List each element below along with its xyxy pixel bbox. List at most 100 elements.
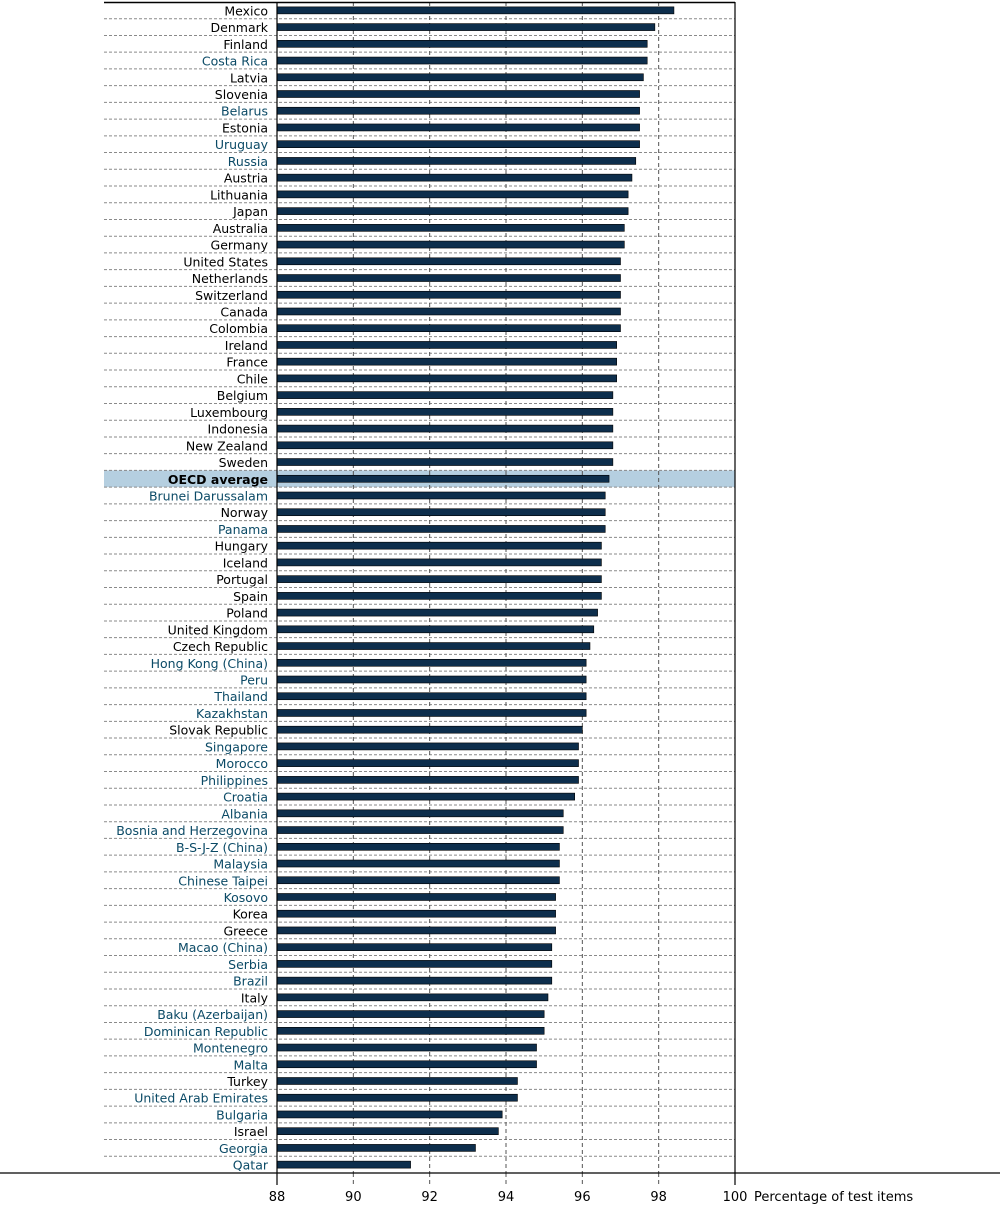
bar	[276, 324, 621, 333]
category-label: Georgia	[219, 1141, 268, 1156]
category-label: Macao (China)	[178, 940, 268, 955]
bar	[276, 742, 579, 751]
category-label: Korea	[233, 907, 268, 922]
x-tick-label: 88	[269, 1190, 286, 1205]
bar	[276, 809, 564, 818]
bar	[276, 893, 556, 901]
bar	[276, 792, 576, 801]
category-label: United Arab Emirates	[134, 1091, 268, 1106]
bar	[276, 675, 587, 684]
bar	[276, 257, 621, 266]
bar	[276, 207, 629, 215]
category-label: Uruguay	[215, 137, 269, 152]
bar	[276, 926, 556, 935]
bar	[276, 592, 602, 600]
bar	[276, 474, 610, 483]
bar	[276, 558, 602, 567]
bar	[276, 1093, 518, 1102]
category-label: Australia	[213, 221, 268, 236]
category-label: Albania	[221, 806, 268, 821]
bar	[276, 1110, 503, 1119]
category-label: Hong Kong (China)	[151, 656, 268, 671]
bar	[276, 6, 675, 15]
category-label: Baku (Azerbaijan)	[157, 1007, 268, 1022]
bar	[276, 842, 560, 851]
category-label: Japan	[232, 204, 268, 219]
bar	[276, 224, 625, 232]
bar	[276, 776, 579, 784]
category-label: Peru	[240, 673, 268, 688]
category-label: Latvia	[230, 70, 268, 85]
bar	[276, 725, 583, 734]
category-label: Denmark	[211, 20, 269, 35]
category-label: Estonia	[222, 120, 268, 135]
bar	[276, 1060, 537, 1069]
row-separators	[104, 18, 735, 1157]
bar	[276, 993, 549, 1002]
bar	[276, 491, 606, 500]
bar	[276, 290, 621, 299]
category-label: Croatia	[223, 790, 268, 805]
category-label: Spain	[233, 589, 268, 604]
category-label: Bosnia and Herzegovina	[116, 823, 268, 838]
category-label: Norway	[221, 505, 269, 520]
bar	[276, 625, 595, 634]
x-tick-label: 100	[723, 1190, 748, 1205]
x-tick-label: 94	[498, 1190, 515, 1205]
bar	[276, 508, 606, 517]
bar	[276, 190, 629, 199]
category-label: New Zealand	[186, 438, 268, 453]
bar	[276, 709, 587, 717]
bar	[276, 658, 587, 667]
bar	[276, 943, 553, 951]
x-tick-label: 96	[574, 1190, 591, 1205]
category-label: Philippines	[201, 773, 268, 788]
bar	[276, 1027, 545, 1035]
bar	[276, 40, 648, 48]
bar	[276, 341, 617, 349]
category-label: Singapore	[205, 739, 268, 754]
bar	[276, 960, 553, 968]
category-label: Mexico	[224, 3, 268, 18]
category-label: Dominican Republic	[144, 1024, 268, 1039]
category-label: Greece	[224, 923, 269, 938]
bar	[276, 424, 614, 433]
bar-chart: Mexico Denmark Finland Costa RicaLatvia Slov…	[0, 1, 1000, 1205]
bar	[276, 357, 617, 366]
category-label: Kosovo	[224, 890, 268, 905]
category-label: Israel	[234, 1124, 268, 1139]
category-label: Austria	[224, 171, 268, 186]
category-label: OECD average	[168, 472, 268, 487]
bar	[276, 240, 625, 249]
category-label: Malta	[234, 1057, 268, 1072]
category-label: Ireland	[225, 338, 268, 353]
category-label: Russia	[228, 154, 268, 169]
category-label: Serbia	[228, 957, 268, 972]
category-label: Netherlands	[192, 271, 268, 286]
bar	[276, 56, 648, 65]
category-label: Morocco	[216, 756, 268, 771]
category-label: Slovak Republic	[169, 723, 268, 738]
category-label: Italy	[241, 990, 269, 1005]
bar	[276, 759, 579, 767]
bar	[276, 106, 640, 115]
bar	[276, 441, 614, 450]
category-label: Brazil	[233, 974, 268, 989]
bar	[276, 458, 614, 466]
category-label: Iceland	[223, 555, 268, 570]
category-label: Chile	[237, 371, 269, 386]
category-label: Turkey	[226, 1074, 268, 1089]
bar	[276, 274, 621, 282]
bar	[276, 608, 598, 617]
bar	[276, 525, 606, 533]
bar	[276, 391, 614, 399]
bar	[276, 859, 560, 868]
category-label: B-S-J-Z (China)	[176, 840, 268, 855]
category-label: Poland	[226, 606, 268, 621]
category-label: Sweden	[219, 455, 268, 470]
bar	[276, 374, 617, 383]
category-label: Luxembourg	[190, 405, 268, 420]
category-label: Portugal	[216, 572, 268, 587]
category-label: Hungary	[215, 539, 269, 554]
x-tick-label: 98	[650, 1190, 667, 1205]
